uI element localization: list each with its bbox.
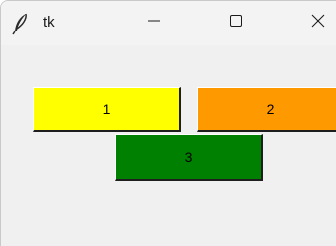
- maximize-button[interactable]: [213, 1, 259, 45]
- button-2[interactable]: 2: [197, 87, 336, 132]
- close-button[interactable]: [295, 1, 336, 45]
- maximize-icon: [230, 14, 242, 32]
- window-title: tk: [43, 14, 55, 31]
- close-icon: [311, 14, 325, 33]
- button-2-label: 2: [266, 101, 275, 117]
- button-1-label: 1: [102, 101, 111, 117]
- feather-icon: [11, 13, 31, 35]
- minimize-button[interactable]: [131, 1, 177, 45]
- button-3[interactable]: 3: [115, 134, 263, 181]
- button-3-label: 3: [184, 149, 193, 165]
- title-bar[interactable]: tk: [1, 1, 336, 45]
- tk-window: tk 1 2 3: [0, 0, 336, 246]
- minimize-icon: [148, 14, 160, 32]
- window-content: 1 2 3: [1, 45, 336, 246]
- button-1[interactable]: 1: [33, 87, 181, 132]
